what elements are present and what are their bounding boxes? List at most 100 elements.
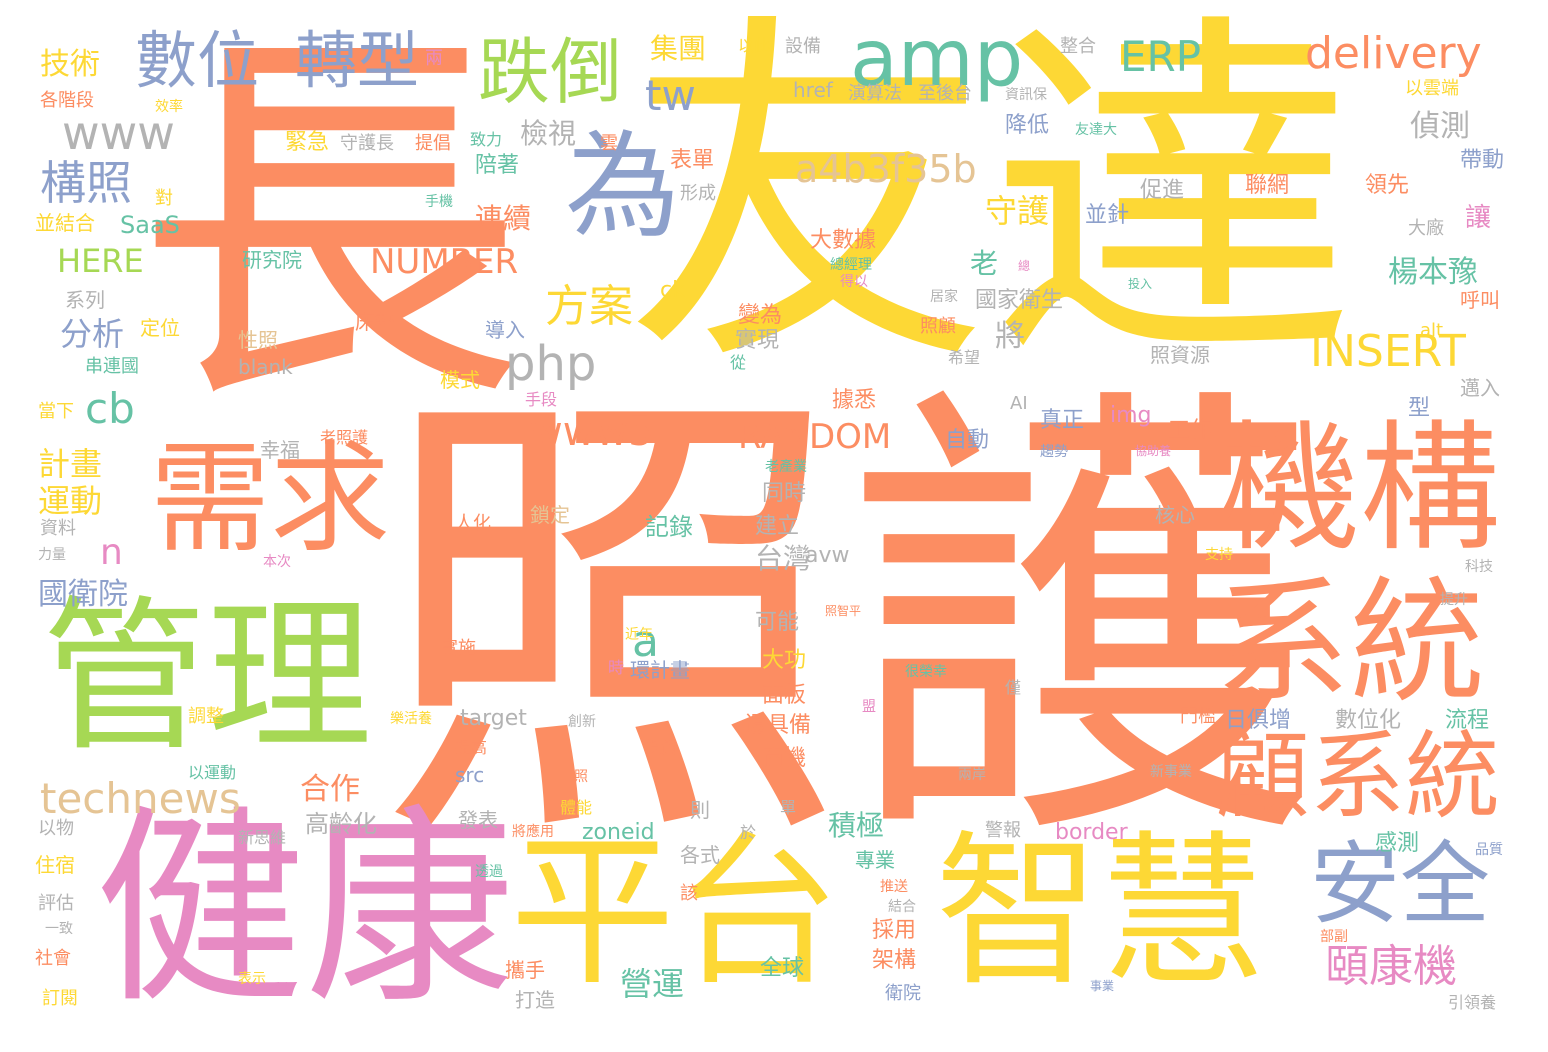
word: 照資源: [1150, 343, 1210, 367]
word: 大廠: [1408, 218, 1444, 239]
word: target: [460, 706, 527, 731]
word: 總經理: [830, 257, 872, 273]
word: 手機: [425, 194, 453, 210]
word: 運動: [38, 482, 103, 520]
word: 顧系統: [1215, 722, 1501, 832]
word: RANDOM: [738, 417, 892, 457]
word: 訂閱: [42, 988, 78, 1009]
word: 推送: [880, 879, 908, 895]
word: 於: [740, 823, 757, 842]
word: 發表: [458, 808, 498, 832]
word: 友達大: [1075, 122, 1117, 138]
word: 社會: [35, 948, 71, 969]
word: 國家衛生: [975, 288, 1064, 313]
word: www: [62, 106, 175, 160]
word: 將應用: [512, 824, 554, 840]
word: 各階段: [40, 90, 94, 111]
word: 幸福: [260, 438, 300, 462]
word: delivery: [1305, 28, 1482, 79]
word: 科技: [1465, 559, 1493, 575]
word: 實施: [440, 638, 476, 659]
word: n: [100, 532, 123, 573]
word: 投資: [645, 738, 678, 757]
word: src: [455, 763, 485, 787]
word: img: [1110, 403, 1152, 428]
word: 採用: [872, 918, 917, 943]
word: blank: [238, 355, 293, 379]
word: 積極: [828, 809, 885, 842]
word: 照智平: [825, 604, 862, 618]
word: 新思維: [238, 828, 287, 847]
word: 大功: [762, 648, 807, 673]
word: 兩岸: [958, 767, 986, 783]
word: 警報: [985, 820, 1021, 841]
word: 對: [155, 188, 173, 209]
word: 得以: [840, 274, 868, 290]
word: 床墊: [355, 310, 395, 334]
word: 至後台: [918, 83, 972, 104]
word: 並結合: [35, 211, 95, 235]
word: 邁入: [1460, 376, 1500, 400]
word: 以此: [738, 36, 771, 55]
word: 陪著: [475, 153, 520, 178]
word: 建立: [755, 514, 800, 539]
word: 演算法: [848, 83, 902, 104]
word: AI: [1010, 393, 1028, 414]
word: php: [505, 336, 597, 392]
word: 高齡化: [305, 810, 377, 838]
word: 日俱增: [1225, 708, 1292, 733]
word: 轉型: [295, 24, 420, 97]
word: 守護長: [340, 133, 394, 154]
word: SaaS: [120, 211, 180, 239]
word: 該: [680, 883, 698, 904]
word: 以物: [38, 818, 74, 839]
word: 調整: [188, 706, 224, 727]
word: HERE: [57, 242, 144, 280]
word: 手段: [525, 390, 558, 409]
word: technews: [40, 774, 241, 823]
word: 促進: [1140, 178, 1185, 203]
word: 時: [608, 658, 625, 677]
word: 帶動: [1460, 148, 1505, 173]
word: 真正: [1040, 408, 1085, 433]
word: 支持: [1205, 547, 1233, 563]
word: 日照: [560, 769, 588, 785]
word: 計畫: [38, 445, 103, 483]
word: 很榮幸: [905, 664, 947, 680]
word: 數位化: [1335, 708, 1402, 733]
word: 品質: [1475, 842, 1503, 858]
word: 人化: [455, 513, 491, 534]
word: avw: [805, 543, 850, 568]
word: zoneid: [582, 820, 655, 845]
word: 台灣: [755, 542, 812, 575]
word: 記錄: [645, 513, 693, 541]
word: 住宿: [35, 853, 75, 877]
word: ERP: [1120, 32, 1202, 81]
word: cb: [85, 384, 135, 433]
word: 技術: [40, 47, 100, 82]
word: 機構: [1220, 408, 1501, 571]
word: 定位: [140, 316, 180, 340]
word: 跌倒: [478, 30, 623, 114]
word: 鎖定: [530, 503, 570, 527]
word: 全球: [760, 956, 805, 981]
word: www5: [530, 409, 654, 455]
word: 串連國: [85, 356, 139, 377]
word: 創新: [568, 714, 596, 730]
word: 以雲端: [1405, 78, 1459, 99]
word: 架構: [872, 948, 917, 973]
word: 引領養: [1448, 993, 1497, 1012]
word: 提倡: [415, 133, 451, 154]
word: 領先: [1365, 173, 1410, 198]
word: 資料: [40, 518, 76, 539]
word: 僅: [1005, 678, 1022, 697]
word: 感測: [1375, 831, 1420, 856]
word: 老照護: [320, 428, 369, 447]
word: 體能: [560, 798, 593, 817]
word: 商機: [762, 746, 807, 771]
word: 方案: [545, 281, 633, 332]
word: 整合: [1060, 36, 1096, 57]
word: 型: [1408, 396, 1431, 421]
word: 衛院: [885, 983, 921, 1004]
word: 國衛院: [38, 577, 128, 612]
